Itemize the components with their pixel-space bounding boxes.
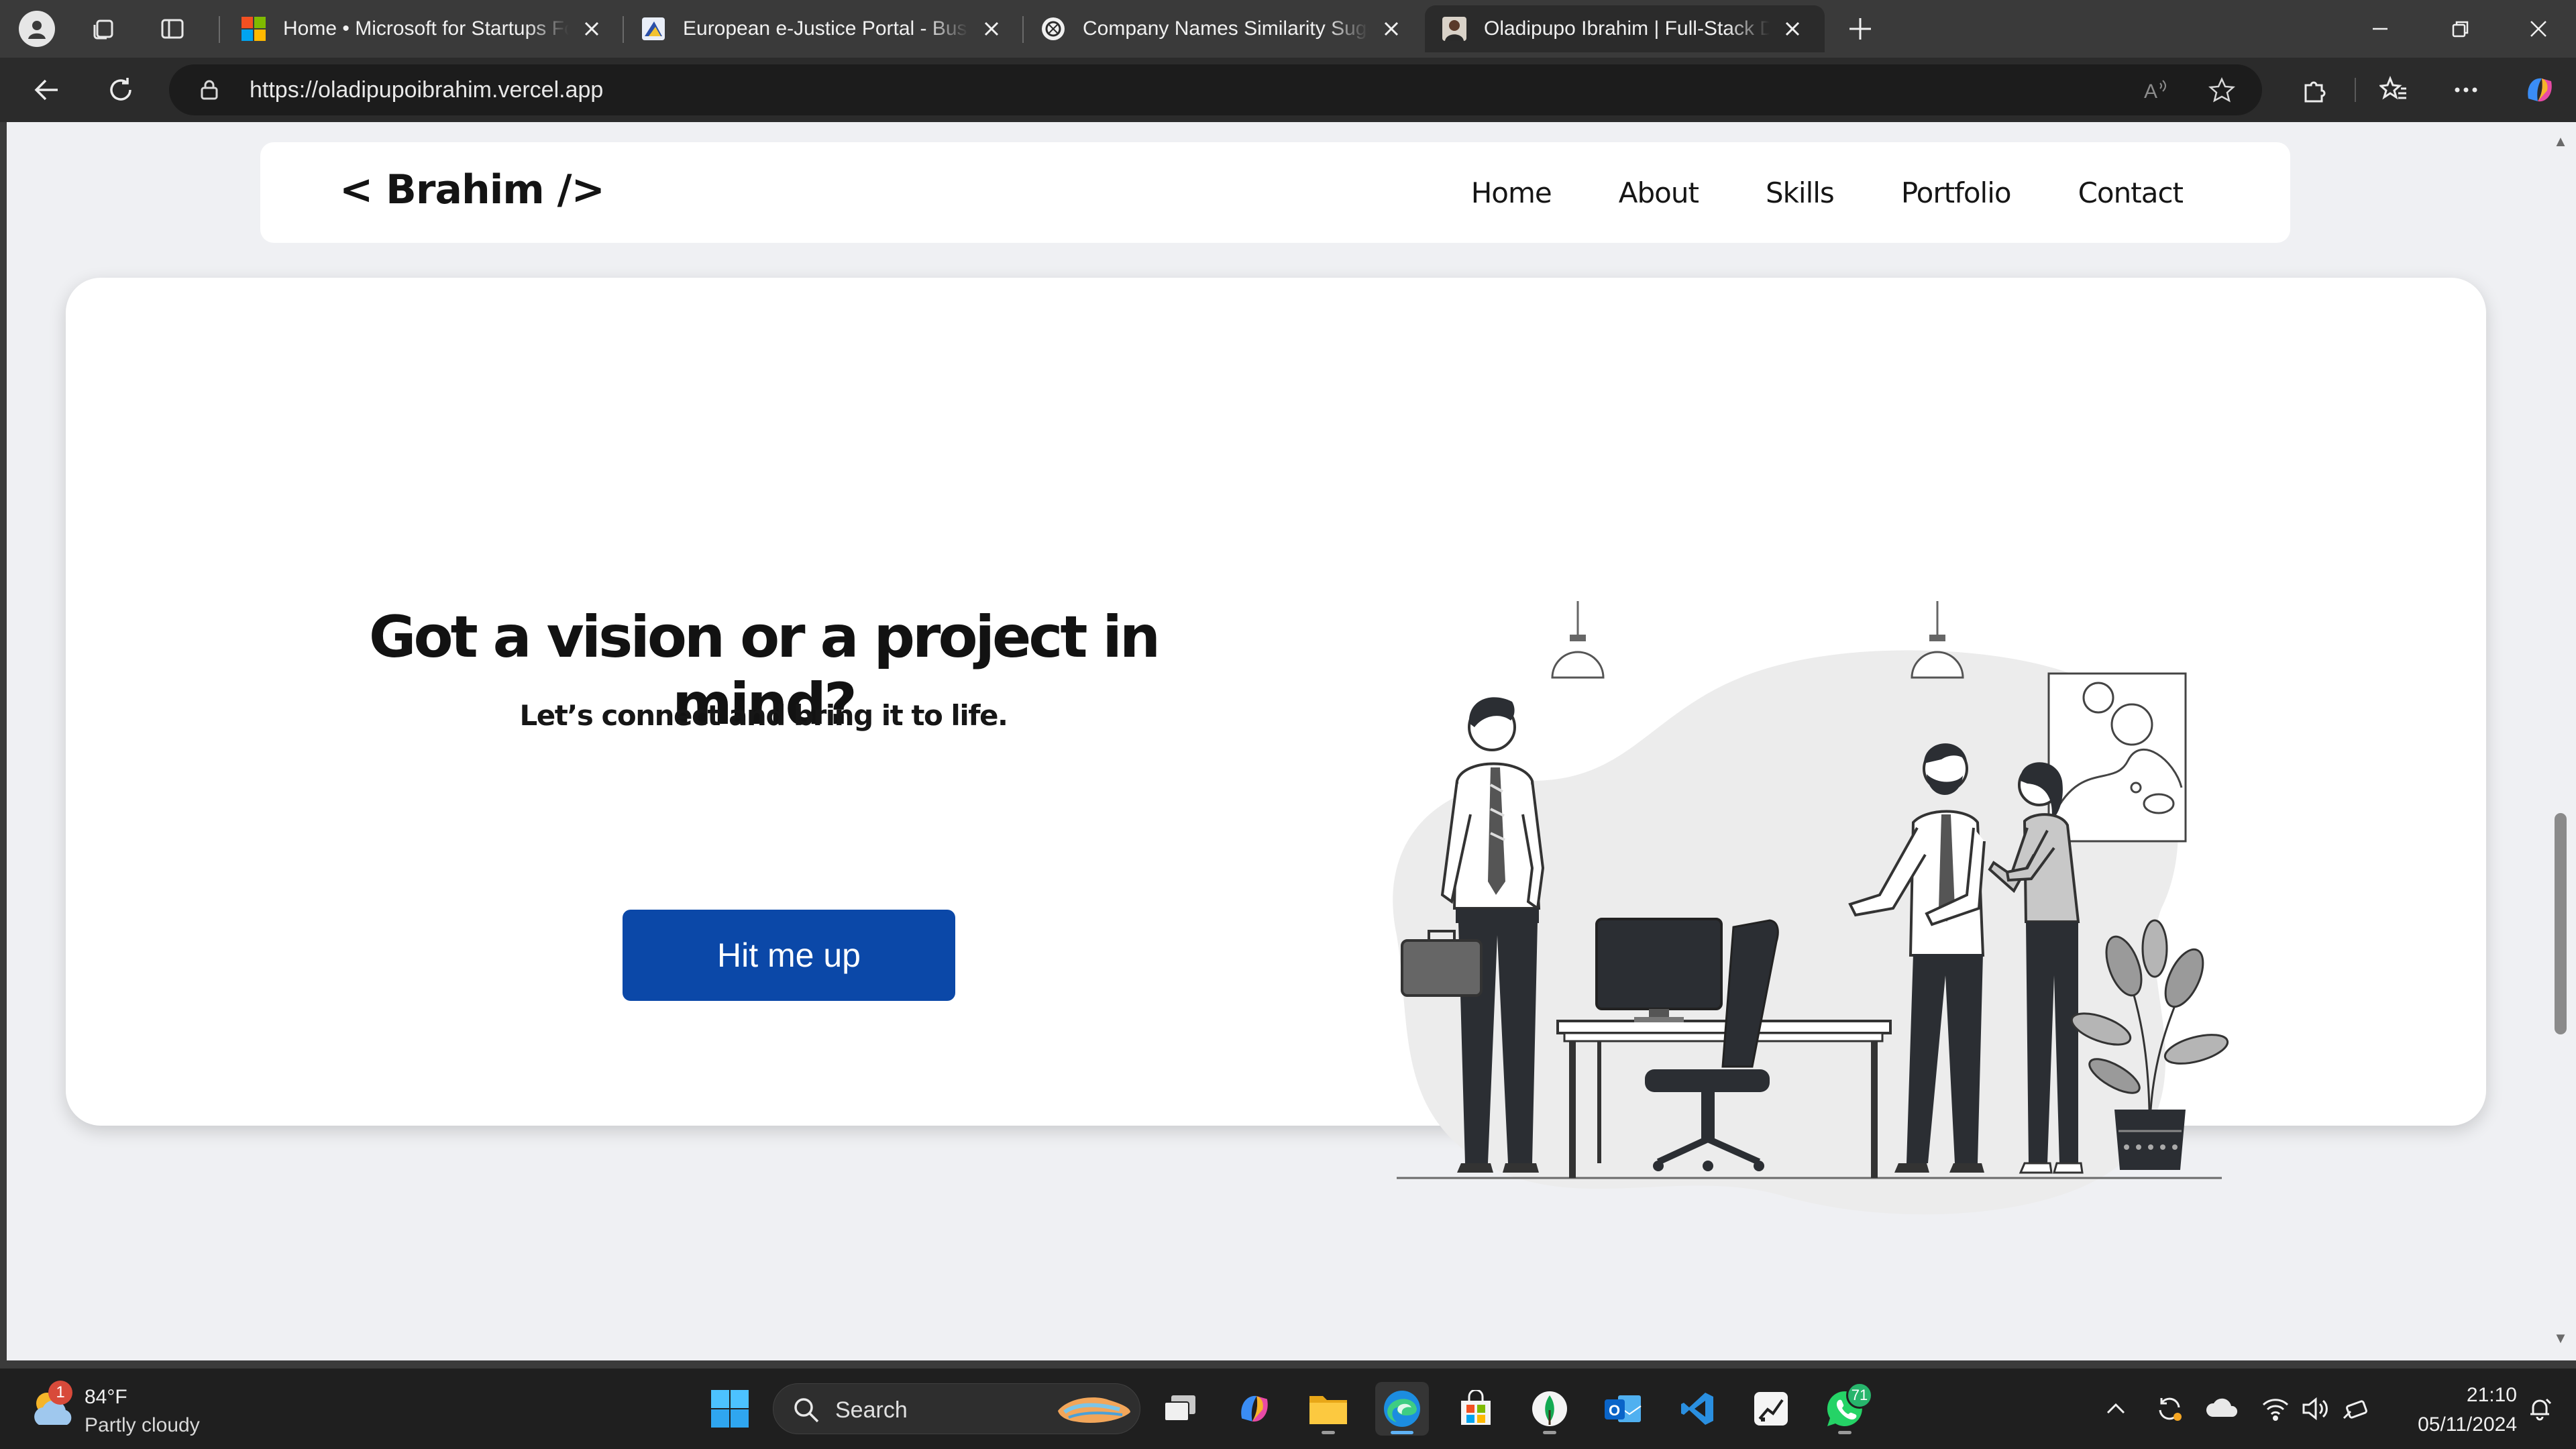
- show-hidden-icons-icon[interactable]: [2098, 1391, 2133, 1426]
- refresh-button[interactable]: [98, 67, 144, 113]
- onedrive-icon[interactable]: [2204, 1391, 2239, 1426]
- site-header: < Brahim /> Home About Skills Portfolio …: [260, 142, 2290, 243]
- restore-button[interactable]: [2420, 0, 2501, 58]
- svg-text:A: A: [2144, 80, 2157, 103]
- nav-home[interactable]: Home: [1471, 176, 1552, 209]
- scroll-up-icon[interactable]: ▲: [2552, 133, 2569, 150]
- clock-date: 05/11/2024: [2418, 1413, 2517, 1436]
- read-aloud-icon[interactable]: A: [2133, 67, 2179, 113]
- weather-widget[interactable]: 1 84°F Partly cloudy: [27, 1379, 241, 1440]
- tab-european-ejustice[interactable]: European e-Justice Portal - Business reg…: [624, 5, 1024, 52]
- windows-taskbar: 1 84°F Partly cloudy Search O 71 21:10 0…: [0, 1368, 2576, 1449]
- taskbar-search[interactable]: Search: [773, 1383, 1140, 1434]
- tab-title: Company Names Similarity Suggestions: [1083, 17, 1368, 40]
- cta-subheading: Let’s connect and bring it to life.: [519, 699, 1008, 732]
- tab-oladipupo-portfolio[interactable]: Oladipupo Ibrahim | Full-Stack Developer: [1425, 5, 1825, 52]
- copilot-icon[interactable]: [2517, 67, 2563, 113]
- battery-charging-icon[interactable]: [2339, 1391, 2373, 1426]
- tab-title: Home • Microsoft for Startups Founders H…: [283, 17, 569, 40]
- edge-browser-icon[interactable]: [1375, 1382, 1429, 1436]
- close-icon[interactable]: [578, 15, 605, 42]
- nav-about[interactable]: About: [1619, 176, 1699, 209]
- close-icon[interactable]: [978, 15, 1005, 42]
- office-team-illustration: [1393, 601, 2229, 1215]
- minimize-button[interactable]: [2340, 0, 2420, 58]
- wifi-icon[interactable]: [2258, 1391, 2293, 1426]
- hit-me-up-button[interactable]: Hit me up: [623, 910, 955, 1001]
- task-view-button[interactable]: [1154, 1382, 1208, 1436]
- weather-temp: 84°F: [85, 1386, 127, 1408]
- tab-bar: Home • Microsoft for Startups Founders H…: [0, 0, 2576, 58]
- chatgpt-logo-icon: [1040, 15, 1067, 42]
- tab-title: European e-Justice Portal - Business reg…: [683, 17, 969, 40]
- copilot-taskbar-icon[interactable]: [1228, 1382, 1281, 1436]
- favorites-icon[interactable]: [2371, 67, 2416, 113]
- weather-badge: 1: [48, 1381, 72, 1405]
- ejustice-favicon-icon: [640, 15, 667, 42]
- clock-time: 21:10: [2466, 1384, 2517, 1406]
- lock-icon[interactable]: [186, 67, 232, 113]
- site-nav: Home About Skills Portfolio Contact: [1404, 142, 2184, 243]
- stocks-app-icon[interactable]: [1744, 1382, 1798, 1436]
- tab-title: Oladipupo Ibrahim | Full-Stack Developer: [1484, 17, 1770, 40]
- nav-portfolio[interactable]: Portfolio: [1901, 176, 2012, 209]
- page-viewport: < Brahim /> Home About Skills Portfolio …: [7, 122, 2544, 1360]
- nav-contact[interactable]: Contact: [2078, 176, 2184, 209]
- portfolio-avatar-icon: [1441, 15, 1468, 42]
- vscode-icon[interactable]: [1670, 1382, 1724, 1436]
- microsoft-store-icon[interactable]: [1449, 1382, 1503, 1436]
- more-options-icon[interactable]: [2443, 67, 2489, 113]
- extensions-icon[interactable]: [2292, 67, 2337, 113]
- url-text: https://oladipupoibrahim.vercel.app: [250, 76, 604, 103]
- page-scrollbar[interactable]: ▲ ▼: [2544, 122, 2576, 1360]
- whatsapp-badge: 71: [1846, 1382, 1873, 1409]
- microsoft-logo-icon: [240, 15, 267, 42]
- back-button[interactable]: [24, 67, 70, 113]
- weather-condition: Partly cloudy: [85, 1414, 200, 1436]
- search-placeholder: Search: [835, 1397, 908, 1423]
- notifications-bell-icon[interactable]: [2522, 1391, 2557, 1426]
- system-clock[interactable]: 21:10 05/11/2024: [2383, 1381, 2517, 1440]
- outlook-icon[interactable]: O: [1597, 1382, 1650, 1436]
- tab-microsoft-startups[interactable]: Home • Microsoft for Startups Founders H…: [224, 5, 624, 52]
- address-bar[interactable]: https://oladipupoibrahim.vercel.app A: [169, 64, 2262, 115]
- search-icon: [794, 1398, 819, 1423]
- sync-icon[interactable]: [2152, 1391, 2187, 1426]
- tab-company-names[interactable]: Company Names Similarity Suggestions: [1024, 5, 1424, 52]
- favorite-star-icon[interactable]: [2199, 67, 2245, 113]
- close-icon[interactable]: [1779, 15, 1806, 42]
- volume-icon[interactable]: [2298, 1391, 2333, 1426]
- scrollbar-thumb[interactable]: [2555, 813, 2567, 1034]
- mongodb-compass-icon[interactable]: [1523, 1382, 1576, 1436]
- close-window-button[interactable]: [2498, 0, 2576, 58]
- scroll-down-icon[interactable]: ▼: [2552, 1330, 2569, 1347]
- file-explorer-icon[interactable]: [1301, 1382, 1355, 1436]
- svg-text:O: O: [1609, 1402, 1620, 1419]
- close-icon[interactable]: [1378, 15, 1405, 42]
- search-highlight-icon: [1058, 1397, 1130, 1424]
- profile-icon[interactable]: [16, 8, 58, 50]
- vertical-tabs-icon[interactable]: [152, 8, 193, 50]
- contact-cta-section: Got a vision or a project in mind? Let’s…: [66, 278, 2486, 1215]
- navigation-bar: https://oladipupoibrahim.vercel.app A: [0, 58, 2576, 122]
- start-button[interactable]: [703, 1382, 757, 1436]
- site-logo[interactable]: < Brahim />: [339, 166, 605, 213]
- nav-skills[interactable]: Skills: [1766, 176, 1835, 209]
- new-tab-icon[interactable]: [1839, 8, 1881, 50]
- workspaces-icon[interactable]: [83, 8, 125, 50]
